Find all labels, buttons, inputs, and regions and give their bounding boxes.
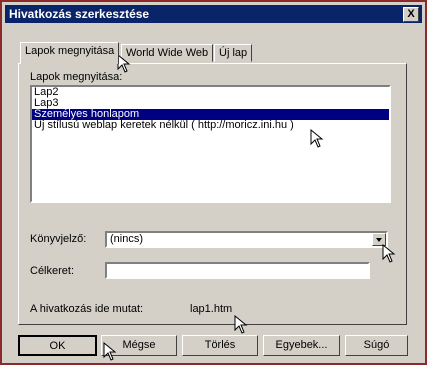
ok-button-label: OK: [49, 340, 66, 352]
close-button[interactable]: X: [403, 7, 419, 22]
link-target-value: lap1.htm: [190, 303, 233, 315]
list-item[interactable]: Új stílusú weblap keretek nélkül ( http:…: [32, 120, 389, 131]
bookmark-combo[interactable]: (nincs): [105, 231, 388, 248]
tab-open-pages[interactable]: Lapok megnyitása: [20, 42, 120, 64]
cancel-button[interactable]: Mégse: [101, 335, 177, 356]
dialog-title: Hivatkozás szerkesztése: [9, 7, 150, 21]
other-button-label: Egyebek...: [275, 339, 328, 351]
tab-world-wide-web[interactable]: World Wide Web: [121, 44, 214, 62]
tab-new-page[interactable]: Új lap: [214, 44, 253, 62]
target-frame-input[interactable]: [105, 262, 370, 279]
link-target-label: A hivatkozás ide mutat:: [30, 303, 144, 315]
cancel-button-label: Mégse: [122, 339, 156, 351]
chevron-down-icon[interactable]: [372, 233, 386, 246]
tab-new-page-label: Új lap: [219, 47, 248, 59]
tab-open-pages-label: Lapok megnyitása: [25, 45, 115, 57]
tab-world-wide-web-label: World Wide Web: [126, 47, 209, 59]
pages-list-label: Lapok megnyitása:: [30, 71, 123, 83]
title-bar: Hivatkozás szerkesztése X: [5, 5, 422, 23]
delete-button[interactable]: Törlés: [182, 335, 258, 356]
target-frame-label: Célkeret:: [30, 265, 75, 277]
ok-button[interactable]: OK: [18, 335, 97, 356]
bookmark-value: (nincs): [110, 233, 144, 245]
delete-button-label: Törlés: [204, 339, 236, 351]
close-icon: X: [407, 8, 415, 20]
help-button[interactable]: Súgó: [345, 335, 408, 356]
dialog-window: Hivatkozás szerkesztése X Lapok megnyitá…: [0, 0, 427, 365]
pages-listbox[interactable]: Lap2 Lap3 Személyes honlapom Új stílusú …: [30, 85, 391, 203]
list-item[interactable]: Lap2: [32, 87, 389, 98]
help-button-label: Súgó: [363, 339, 390, 351]
other-button[interactable]: Egyebek...: [263, 335, 340, 356]
bookmark-label: Könyvjelző:: [30, 233, 87, 245]
